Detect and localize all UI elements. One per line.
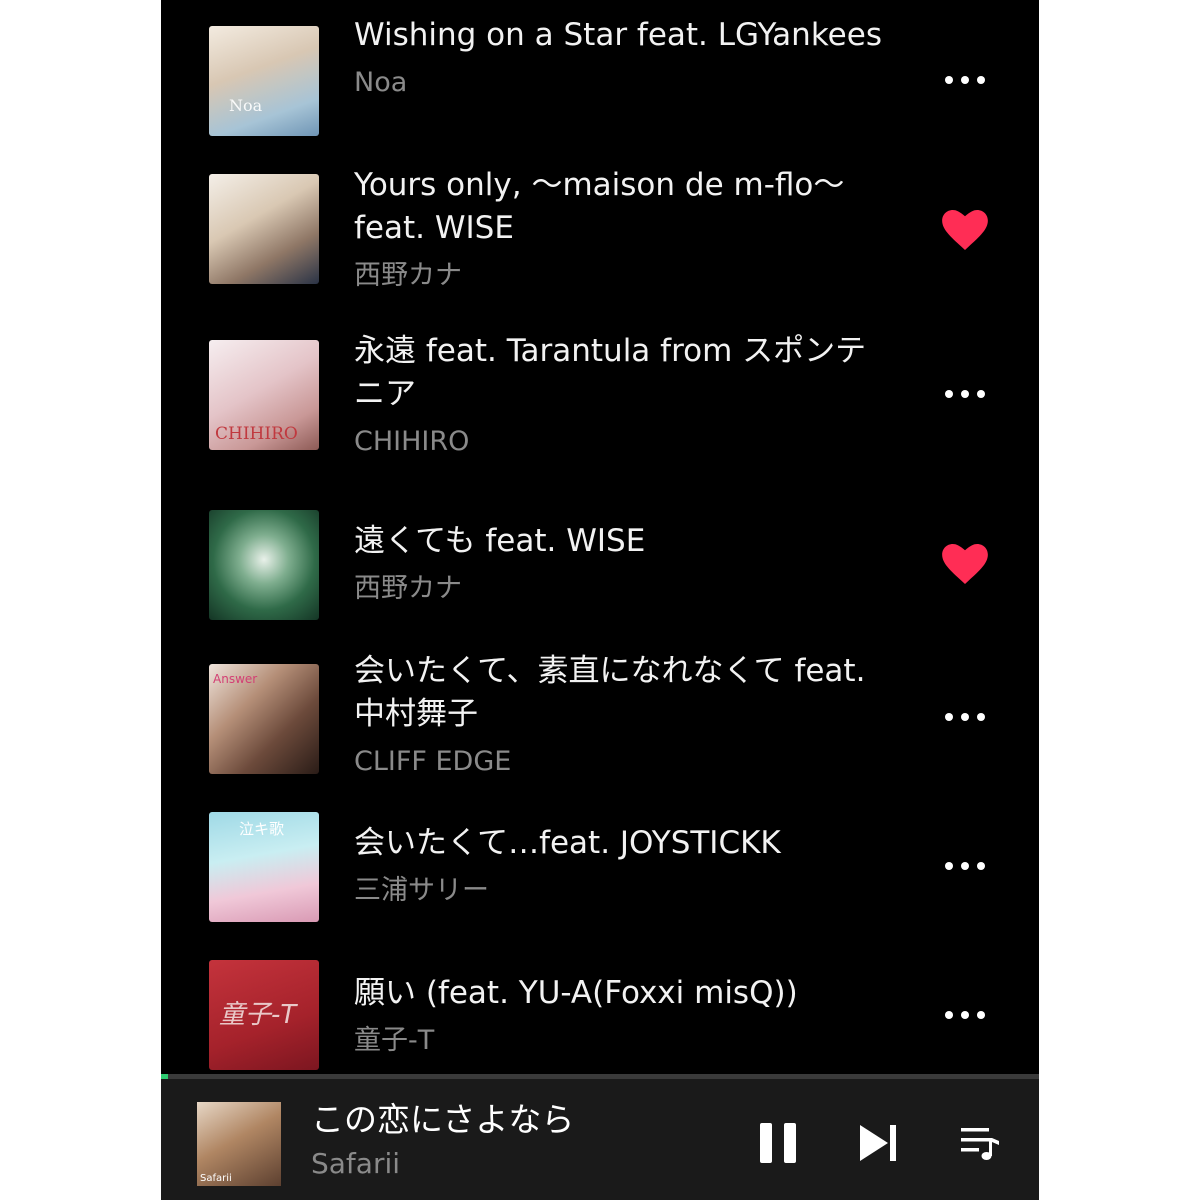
song-artist: Noa [354, 67, 408, 98]
album-art: 童子-T [209, 960, 319, 1070]
album-art-text: Answer [213, 672, 258, 686]
album-art-text: CHIHIRO [215, 424, 298, 444]
song-row[interactable]: 泣キ歌 会いたくて…feat. JOYSTICKK 三浦サリー [161, 800, 1039, 950]
heart-filled-icon [942, 210, 988, 250]
album-art-text: Noa [229, 96, 263, 115]
song-title: Yours only, ～maison de m-flo～ feat. WISE [354, 167, 845, 246]
song-artist: 三浦サリー [354, 875, 489, 906]
queue-music-icon [961, 1128, 999, 1160]
queue-button[interactable] [955, 1118, 1005, 1168]
song-title: Wishing on a Star feat. LGYankees [354, 17, 882, 53]
more-options-button[interactable] [937, 374, 993, 414]
now-playing-artist[interactable]: Safarii [311, 1144, 400, 1184]
now-playing-title[interactable]: この恋にさよなら [311, 1098, 574, 1142]
playback-progress-bar[interactable] [161, 1074, 1039, 1079]
like-button[interactable] [937, 210, 993, 250]
song-text: 会いたくて…feat. JOYSTICKK 三浦サリー [354, 822, 894, 909]
song-list: Noa Wishing on a Star feat. LGYankees No… [161, 0, 1039, 1074]
song-text: Wishing on a Star feat. LGYankees Noa [354, 14, 894, 101]
song-title: 会いたくて…feat. JOYSTICKK [354, 825, 781, 861]
song-title: 永遠 feat. Tarantula from スポンテニア [354, 333, 867, 412]
album-art: Noa [209, 26, 319, 136]
song-artist: 童子-T [354, 1025, 435, 1056]
more-horizontal-icon [945, 390, 985, 398]
more-options-button[interactable] [937, 995, 993, 1035]
now-playing-album-art[interactable]: Safarii [197, 1102, 281, 1186]
more-horizontal-icon [945, 713, 985, 721]
playback-progress-fill [161, 1074, 169, 1079]
more-options-button[interactable] [937, 60, 993, 100]
album-art: CHIHIRO [209, 340, 319, 450]
more-horizontal-icon [945, 1011, 985, 1019]
song-text: 会いたくて、素直になれなくて feat. 中村舞子 CLIFF EDGE [354, 650, 894, 780]
song-text: Yours only, ～maison de m-flo～ feat. WISE… [354, 164, 894, 294]
song-title: 会いたくて、素直になれなくて feat. 中村舞子 [354, 653, 866, 732]
pause-icon [760, 1123, 796, 1163]
mini-player[interactable]: Safarii この恋にさよなら Safarii [161, 1074, 1039, 1200]
music-app-screen: Noa Wishing on a Star feat. LGYankees No… [161, 0, 1039, 1200]
song-text: 遠くても feat. WISE 西野カナ [354, 520, 894, 607]
album-art [209, 510, 319, 620]
album-art: 泣キ歌 [209, 812, 319, 922]
album-art-text: 童子-T [219, 1000, 297, 1030]
more-horizontal-icon [945, 862, 985, 870]
song-artist: CLIFF EDGE [354, 746, 512, 777]
more-options-button[interactable] [937, 846, 993, 886]
album-art [209, 174, 319, 284]
song-artist: 西野カナ [354, 260, 462, 291]
song-artist: CHIHIRO [354, 426, 470, 457]
more-horizontal-icon [945, 76, 985, 84]
pause-button[interactable] [753, 1118, 803, 1168]
song-title: 遠くても feat. WISE [354, 523, 646, 559]
song-row[interactable]: 遠くても feat. WISE 西野カナ [161, 490, 1039, 640]
album-art-text: 泣キ歌 [239, 820, 285, 838]
more-options-button[interactable] [937, 697, 993, 737]
like-button[interactable] [937, 544, 993, 584]
song-row[interactable]: Answer 会いたくて、素直になれなくて feat. 中村舞子 CLIFF E… [161, 640, 1039, 800]
song-title: 願い (feat. YU-A(Foxxi misQ)) [354, 975, 798, 1011]
song-row[interactable]: CHIHIRO 永遠 feat. Tarantula from スポンテニア C… [161, 310, 1039, 490]
next-track-button[interactable] [853, 1118, 903, 1168]
song-row[interactable]: 童子-T 願い (feat. YU-A(Foxxi misQ)) 童子-T [161, 950, 1039, 1074]
song-text: 願い (feat. YU-A(Foxxi misQ)) 童子-T [354, 972, 894, 1059]
song-row[interactable]: Yours only, ～maison de m-flo～ feat. WISE… [161, 160, 1039, 310]
song-text: 永遠 feat. Tarantula from スポンテニア CHIHIRO [354, 330, 894, 460]
skip-next-icon [860, 1125, 896, 1161]
song-row[interactable]: Noa Wishing on a Star feat. LGYankees No… [161, 0, 1039, 160]
heart-filled-icon [942, 544, 988, 584]
now-playing-art-text: Safarii [200, 1173, 232, 1184]
song-artist: 西野カナ [354, 573, 462, 604]
album-art: Answer [209, 664, 319, 774]
